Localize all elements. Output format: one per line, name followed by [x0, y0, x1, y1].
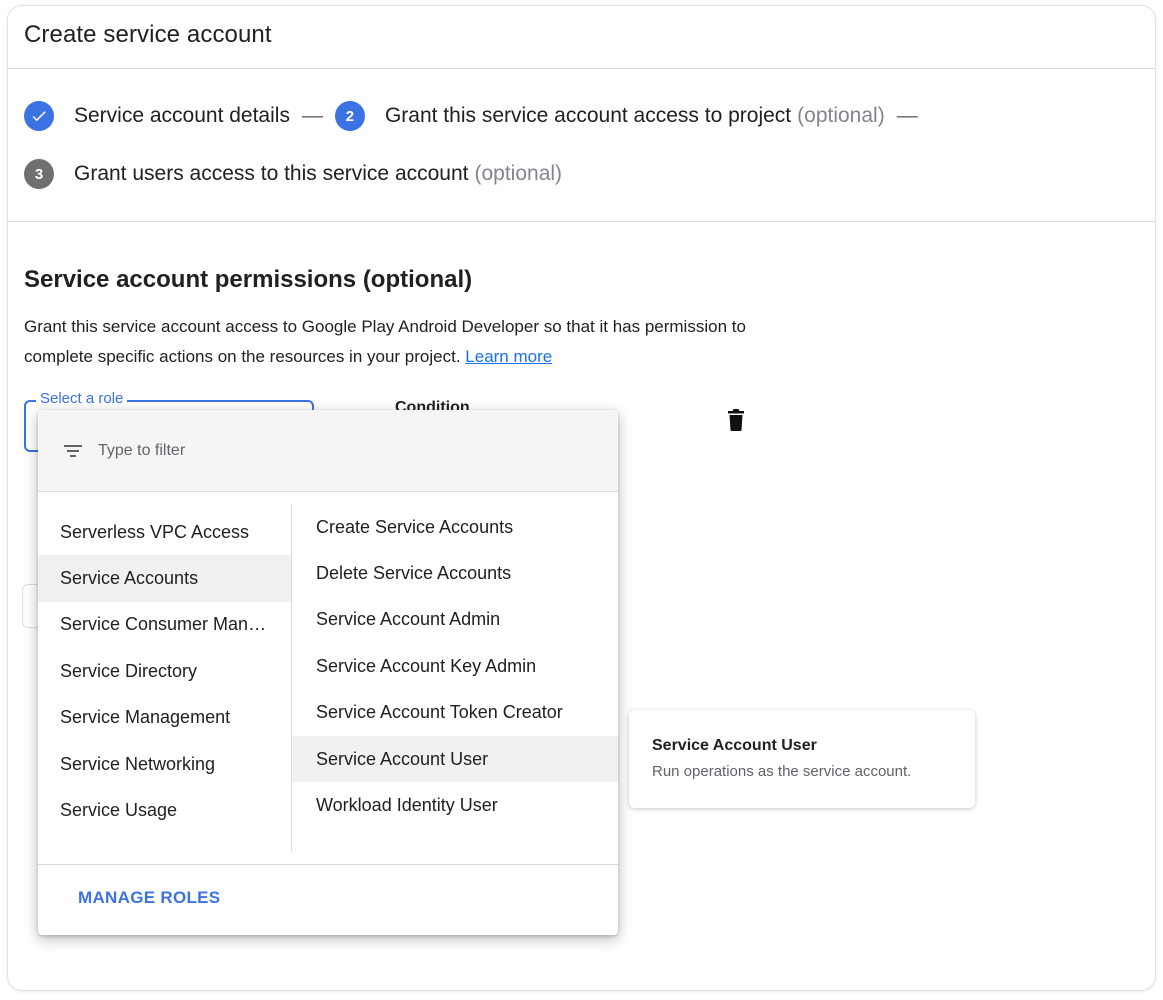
section-title: Service account permissions (optional)	[24, 266, 473, 293]
delete-icon[interactable]	[726, 409, 746, 431]
role-item[interactable]: Create Service Accounts	[292, 504, 618, 550]
role-item[interactable]: Service Account Admin	[292, 597, 618, 643]
step-3-number: 3	[24, 159, 54, 189]
stepper-row-2: 3 Grant users access to this service acc…	[24, 159, 562, 189]
tooltip-title: Service Account User	[652, 737, 817, 754]
filter-bar	[38, 410, 618, 492]
stepper-divider	[8, 221, 1155, 222]
service-item-selected[interactable]: Service Accounts	[38, 555, 291, 602]
service-item[interactable]: Service Directory	[38, 648, 291, 694]
filter-list-icon	[64, 444, 82, 458]
service-item[interactable]: Service Usage	[38, 787, 291, 833]
service-item[interactable]: Service Consumer Man…	[38, 602, 291, 648]
section-description: Grant this service account access to Goo…	[24, 312, 784, 372]
step-1-check-icon	[24, 101, 54, 131]
dropdown-footer-divider	[38, 864, 618, 865]
step-2-label[interactable]: Grant this service account access to pro…	[385, 104, 791, 128]
page-title: Create service account	[24, 21, 272, 48]
filter-input[interactable]	[98, 441, 498, 460]
step-3-label[interactable]: Grant users access to this service accou…	[74, 162, 469, 186]
step-3-optional: (optional)	[474, 162, 563, 185]
role-list: Create Service Accounts Delete Service A…	[292, 504, 618, 829]
learn-more-link[interactable]: Learn more	[465, 347, 552, 366]
tooltip-text: Run operations as the service account.	[652, 763, 912, 780]
role-item[interactable]: Delete Service Accounts	[292, 550, 618, 596]
select-role-label: Select a role	[36, 390, 128, 407]
service-item[interactable]: Service Management	[38, 695, 291, 741]
role-dropdown: Serverless VPC Access Service Accounts S…	[38, 410, 618, 935]
role-item[interactable]: Service Account Token Creator	[292, 690, 618, 736]
role-item[interactable]: Service Account Key Admin	[292, 643, 618, 689]
header-divider	[8, 68, 1155, 69]
step-separator: —	[896, 104, 918, 127]
role-item[interactable]: Workload Identity User	[292, 782, 618, 828]
step-2-number: 2	[334, 101, 365, 131]
role-description-tooltip: Service Account User Run operations as t…	[629, 710, 975, 808]
service-list: Serverless VPC Access Service Accounts S…	[38, 509, 291, 854]
step-1-label[interactable]: Service account details	[74, 104, 290, 128]
service-item[interactable]: Service Networking	[38, 741, 291, 787]
step-separator: —	[301, 104, 323, 127]
manage-roles-button[interactable]: MANAGE ROLES	[78, 888, 220, 908]
role-item-hovered[interactable]: Service Account User	[292, 735, 618, 783]
service-item[interactable]: Serverless VPC Access	[38, 509, 291, 555]
step-2-optional: (optional)	[797, 104, 885, 127]
description-text: Grant this service account access to Goo…	[24, 317, 746, 366]
stepper-row-1: Service account details — 2 Grant this s…	[24, 101, 930, 131]
